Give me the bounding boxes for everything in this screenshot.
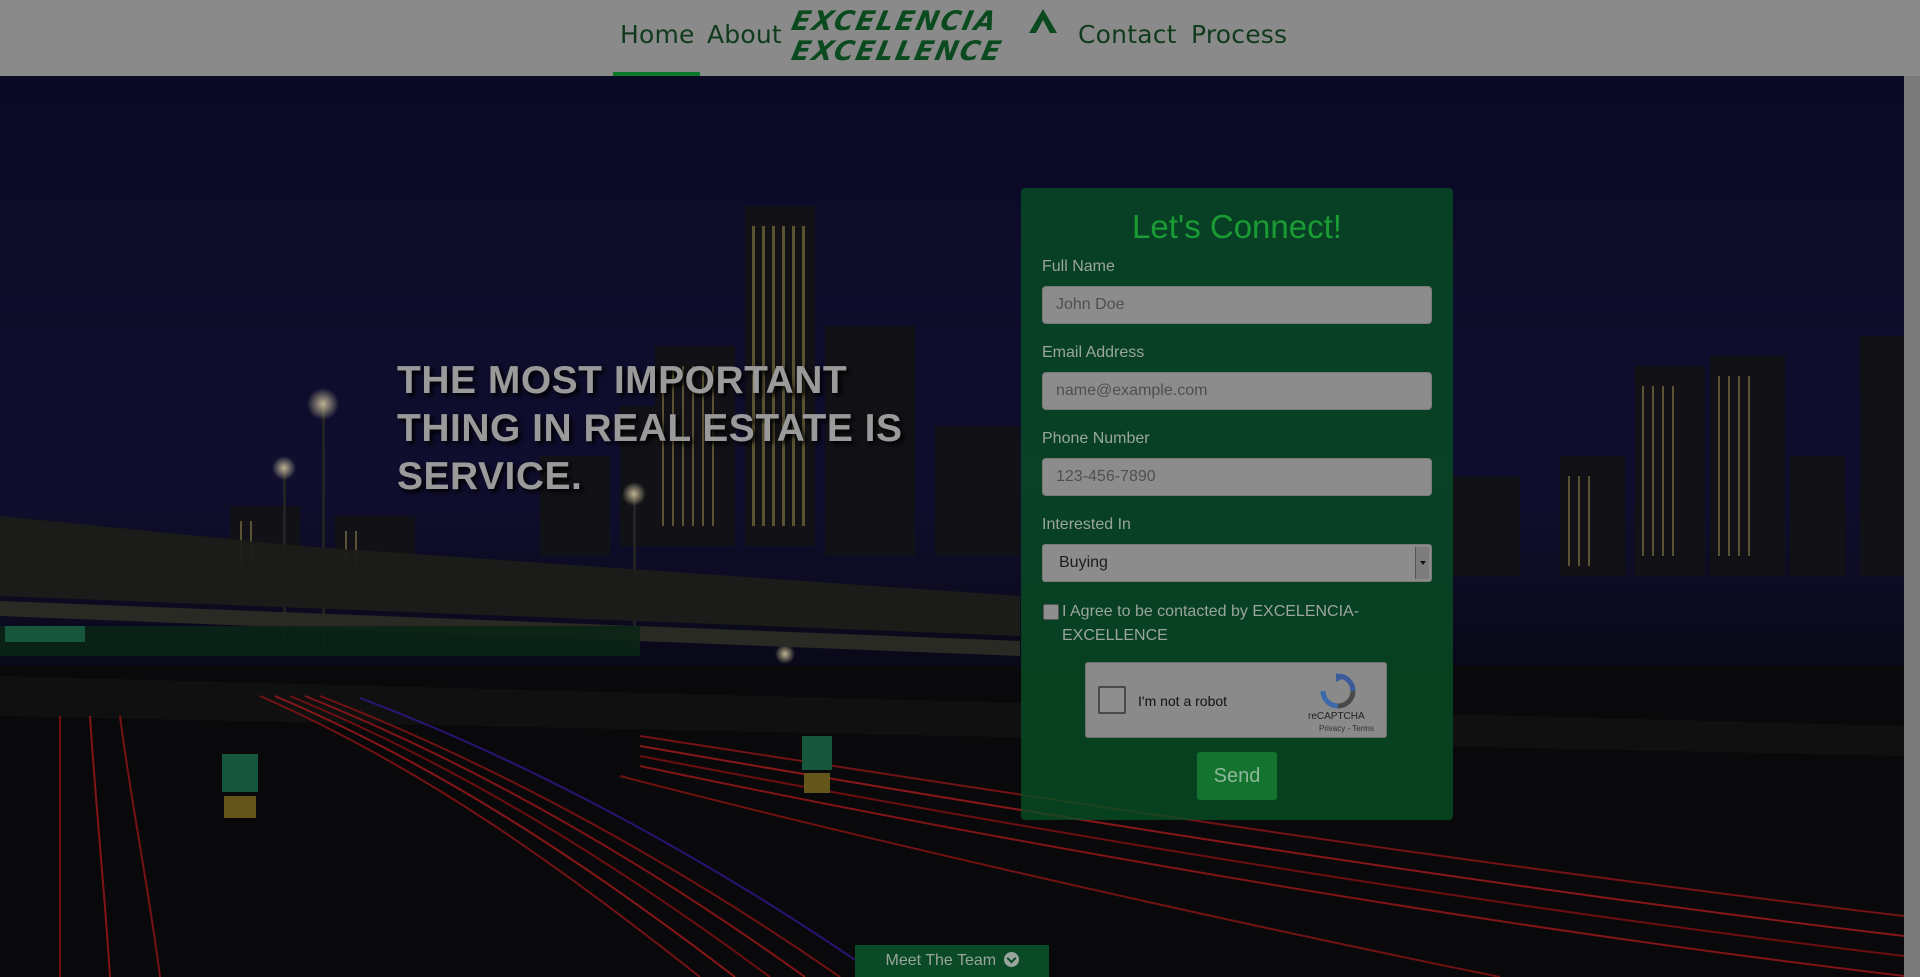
interest-select[interactable]: Buying bbox=[1042, 544, 1432, 582]
recaptcha-widget: I'm not a robot reCAPTCHA Privacy - Term… bbox=[1085, 662, 1387, 738]
hero-section: THE MOST IMPORTANT THING IN REAL ESTATE … bbox=[0, 76, 1904, 977]
nav-about-link[interactable]: About bbox=[707, 20, 782, 49]
recaptcha-label: I'm not a robot bbox=[1138, 693, 1228, 709]
send-button[interactable]: Send bbox=[1197, 752, 1277, 800]
nav-active-indicator bbox=[613, 72, 700, 76]
chevron-down-circle-icon bbox=[1003, 952, 1019, 967]
nav-home-link[interactable]: Home bbox=[620, 20, 695, 49]
city-skyline-background-image bbox=[0, 76, 1904, 977]
recaptcha-brand-text: reCAPTCHA bbox=[1308, 711, 1365, 722]
email-input[interactable] bbox=[1042, 372, 1432, 410]
full-name-input[interactable] bbox=[1042, 286, 1432, 324]
meet-the-team-button[interactable]: Meet The Team bbox=[855, 945, 1049, 977]
phone-label: Phone Number bbox=[1042, 430, 1150, 447]
meet-the-team-label: Meet The Team bbox=[885, 952, 997, 969]
interest-label: Interested In bbox=[1042, 516, 1131, 533]
agree-checkbox[interactable] bbox=[1043, 604, 1059, 620]
logo-roof-icon bbox=[1029, 9, 1057, 33]
nav-process-link[interactable]: Process bbox=[1191, 20, 1287, 49]
full-name-label: Full Name bbox=[1042, 258, 1115, 275]
interest-select-value: Buying bbox=[1059, 554, 1108, 571]
logo-line-1: EXCELENCIA bbox=[788, 6, 1001, 37]
contact-form-card: Let's Connect! Full Name Email Address P… bbox=[1021, 188, 1453, 820]
nav-contact-link[interactable]: Contact bbox=[1078, 20, 1177, 49]
select-arrow-icon bbox=[1415, 547, 1429, 579]
top-navbar: Home About EXCELENCIA EXCELLENCE Contact… bbox=[0, 0, 1920, 76]
recaptcha-terms-link[interactable]: Privacy - Terms bbox=[1319, 724, 1374, 733]
form-title: Let's Connect! bbox=[1132, 208, 1342, 245]
agree-label: I Agree to be contacted by EXCELENCIA-EX… bbox=[1062, 603, 1360, 644]
phone-input[interactable] bbox=[1042, 458, 1432, 496]
logo-line-2: EXCELLENCE bbox=[788, 36, 1006, 67]
email-label: Email Address bbox=[1042, 344, 1145, 361]
recaptcha-logo-icon bbox=[1320, 673, 1356, 709]
hero-tagline: THE MOST IMPORTANT THING IN REAL ESTATE … bbox=[397, 359, 903, 498]
recaptcha-checkbox[interactable] bbox=[1098, 686, 1126, 714]
site-logo[interactable]: EXCELENCIA EXCELLENCE bbox=[788, 6, 1062, 70]
page-scrollbar[interactable] bbox=[1904, 76, 1920, 977]
